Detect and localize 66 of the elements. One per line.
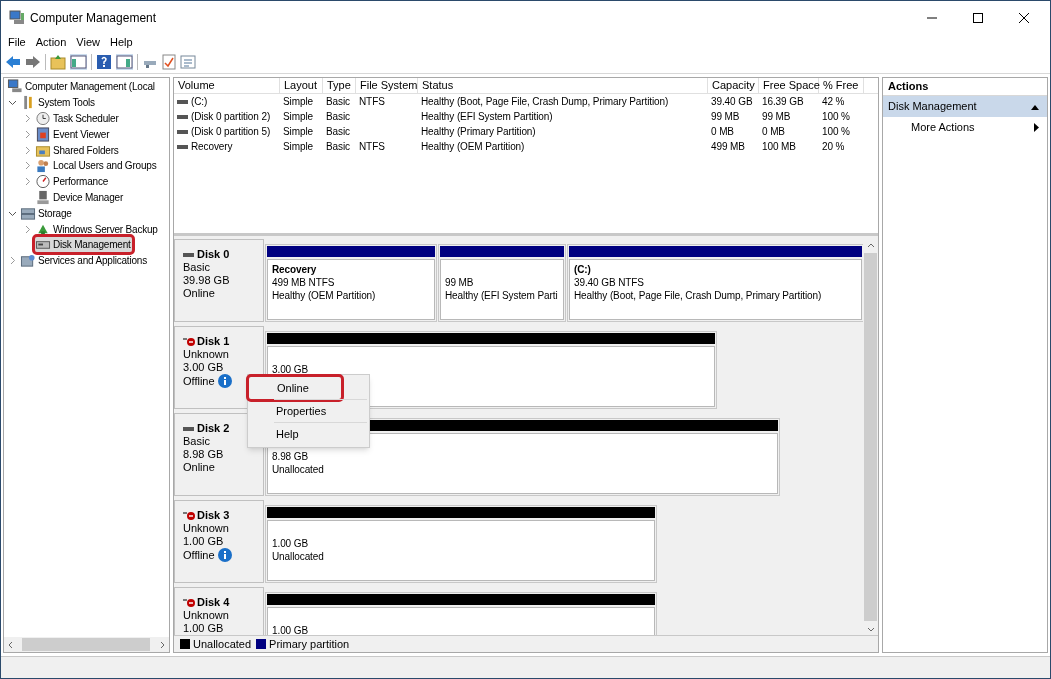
- disk-name: Disk 1: [197, 335, 230, 348]
- legend-label: Primary partition: [269, 636, 350, 652]
- partition-status: Unallocated: [272, 463, 325, 476]
- table-cell-text: Basic: [326, 140, 350, 154]
- partition-name: (C:): [574, 263, 592, 276]
- table-cell-text: Healthy (OEM Partition): [421, 140, 525, 154]
- disk-type: Unknown: [183, 348, 230, 361]
- partition-size: 39.40 GB NTFS: [574, 276, 645, 289]
- partition-status: Healthy (EFI System Parti: [445, 289, 559, 302]
- table-cell-text: (Disk 0 partition 2): [191, 110, 271, 124]
- table-cell-text: Simple: [283, 95, 313, 109]
- table-cell-text: 99 MB: [762, 110, 791, 124]
- partition-name: Recovery: [272, 263, 318, 276]
- table-cell-text: 16.39 GB: [762, 95, 804, 109]
- disk-status: Online: [183, 461, 215, 474]
- table-cell-text: Basic: [326, 110, 350, 124]
- disk-size: 8.98 GB: [183, 448, 225, 461]
- partition-status: Unallocated: [272, 550, 325, 563]
- table-cell-text: Healthy (Boot, Page File, Crash Dump, Primary Partition): [421, 95, 669, 109]
- table-cell-text: Healthy (EFI System Partition): [421, 110, 553, 124]
- disk-size: 3.00 GB: [183, 361, 225, 374]
- table-cell-text: 100 %: [822, 125, 850, 139]
- disk-status: Online: [183, 287, 215, 300]
- disk-type: Unknown: [183, 522, 230, 535]
- table-cell-text: (C:): [191, 95, 208, 109]
- table-cell-text: 39.40 GB: [711, 95, 753, 109]
- table-cell-text: NTFS: [359, 140, 385, 154]
- partition-status: Healthy (OEM Partition): [272, 289, 377, 302]
- disk-status: Offline: [183, 374, 215, 388]
- partition-size: 499 MB NTFS: [272, 276, 336, 289]
- table-cell-text: (Disk 0 partition 5): [191, 125, 271, 139]
- table-cell-text: Healthy (Primary Partition): [421, 125, 536, 139]
- table-cell-text: NTFS: [359, 95, 385, 109]
- partition-size: 1.00 GB: [272, 624, 309, 635]
- table-cell-text: 499 MB: [711, 140, 745, 154]
- partition-size: 3.00 GB: [272, 363, 309, 376]
- table-cell-text: Basic: [326, 125, 350, 139]
- table-cell-text: Simple: [283, 110, 313, 124]
- disk-size: 1.00 GB: [183, 535, 225, 548]
- table-cell-text: 0 MB: [762, 125, 785, 139]
- partition-status: Healthy (Boot, Page File, Crash Dump, Primary Partition): [574, 289, 823, 302]
- window-title: Computer Management: [30, 9, 157, 27]
- table-cell-text: 100 MB: [762, 140, 796, 154]
- partition-size: 99 MB: [445, 276, 475, 289]
- disk-name: Disk 3: [197, 509, 230, 522]
- partition-size: 8.98 GB: [272, 450, 309, 463]
- table-cell-text: 0 MB: [711, 125, 734, 139]
- table-cell-text: 100 %: [822, 110, 850, 124]
- disk-name: Disk 0: [197, 248, 230, 261]
- table-cell-text: Basic: [326, 95, 350, 109]
- table-cell-text: Simple: [283, 140, 313, 154]
- disk-type: Unknown: [183, 609, 230, 622]
- table-cell-text: 20 %: [822, 140, 845, 154]
- disk-name: Disk 2: [197, 422, 230, 435]
- disk-size: 1.00 GB: [183, 622, 225, 635]
- disk-size: 39.98 GB: [183, 274, 231, 287]
- table-cell-text: 42 %: [822, 95, 845, 109]
- table-cell-text: 99 MB: [711, 110, 740, 124]
- disk-name: Disk 4: [197, 596, 230, 609]
- disk-type: Basic: [183, 435, 211, 448]
- table-cell-text: Recovery: [191, 140, 233, 154]
- table-cell-text: Simple: [283, 125, 313, 139]
- partition-size: 1.00 GB: [272, 537, 309, 550]
- disk-status: Offline: [183, 548, 215, 562]
- disk-type: Basic: [183, 261, 211, 274]
- legend-label: Unallocated: [193, 636, 252, 652]
